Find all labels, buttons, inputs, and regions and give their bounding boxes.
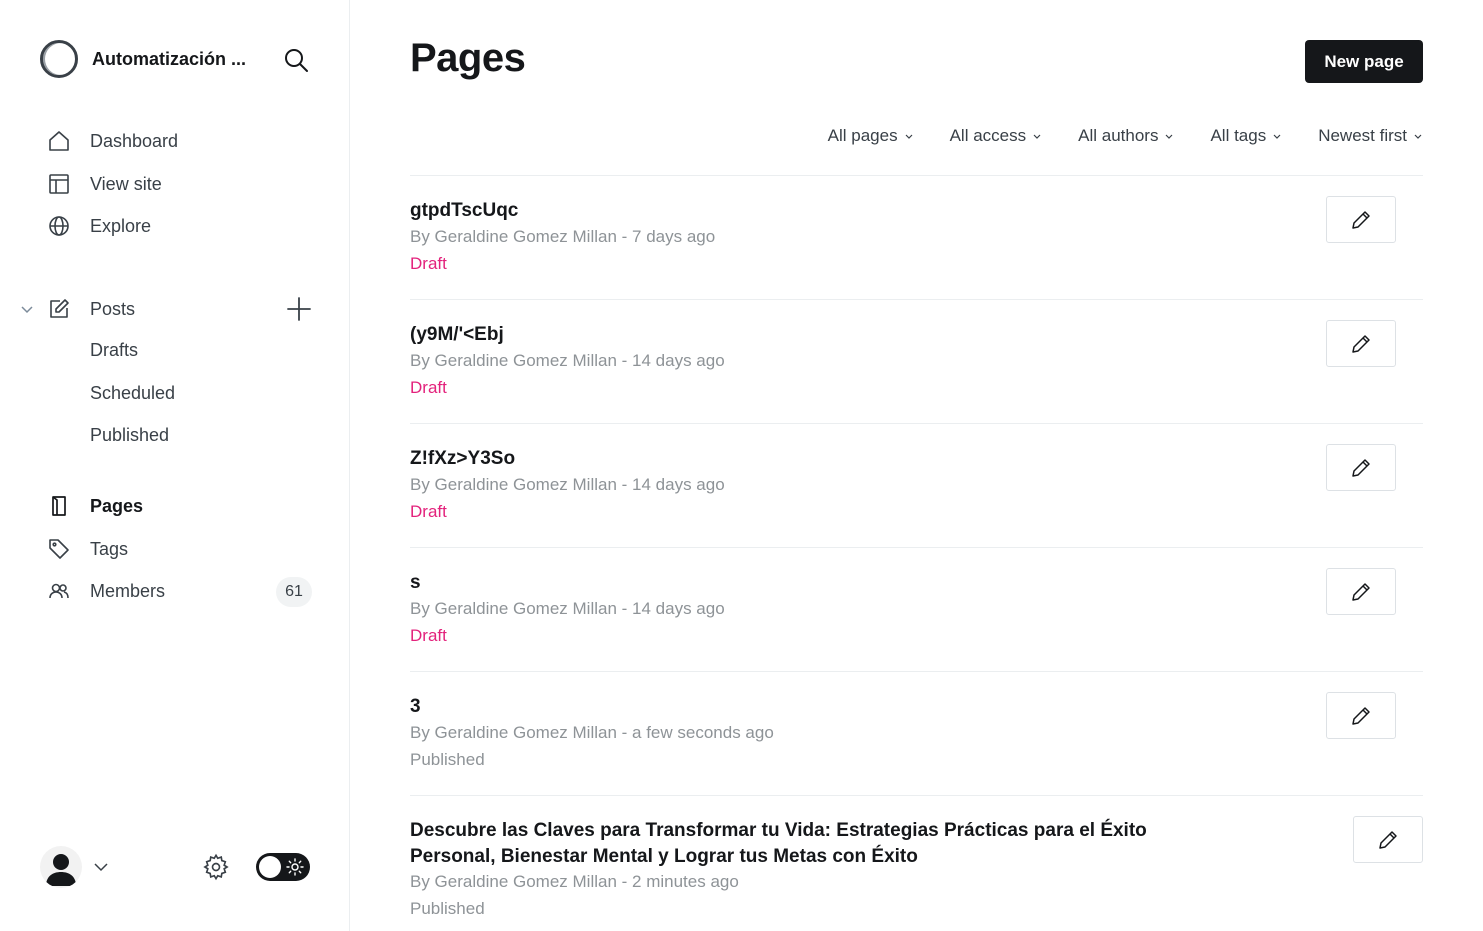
- gear-icon[interactable]: [202, 853, 230, 881]
- plus-icon[interactable]: [286, 296, 312, 322]
- home-icon: [46, 128, 72, 154]
- filter-bar: All pages All access All authors All tag…: [828, 126, 1423, 146]
- nav-view-site-label: View site: [90, 173, 162, 194]
- members-icon: [46, 578, 72, 604]
- nav-drafts[interactable]: Drafts: [90, 340, 138, 361]
- pencil-icon: [1352, 706, 1370, 725]
- nav-posts[interactable]: Posts: [46, 294, 135, 324]
- page-item-meta: By Geraldine Gomez Millan - 7 days ago: [410, 227, 716, 246]
- pencil-icon: [1352, 210, 1370, 229]
- status-label: Draft: [410, 626, 447, 645]
- page-item-title[interactable]: Z!fXz>Y3So: [410, 446, 515, 472]
- chevron-down-icon: [1273, 134, 1281, 139]
- page-icon: [46, 493, 72, 519]
- nav-pages-label: Pages: [90, 495, 144, 516]
- page-item-meta: By Geraldine Gomez Millan - 14 days ago: [410, 475, 725, 494]
- nav-pages[interactable]: Pages: [46, 491, 143, 521]
- nav-explore-label: Explore: [90, 215, 152, 236]
- chevron-down-icon[interactable]: [92, 858, 110, 876]
- nav-members[interactable]: Members: [46, 576, 165, 606]
- chevron-down-icon: [1033, 134, 1041, 139]
- status-label: Draft: [410, 502, 447, 521]
- filter-type-label: All pages: [827, 126, 898, 145]
- site-name: Automatización ...: [92, 48, 247, 69]
- list-item[interactable]: 3 By Geraldine Gomez Millan - a few seco…: [410, 671, 1423, 795]
- filter-type[interactable]: All pages: [828, 126, 914, 146]
- page-item-title[interactable]: gtpdTscUqc: [410, 198, 518, 224]
- edit-icon: [46, 296, 72, 322]
- page-item-meta: By Geraldine Gomez Millan - 2 minutes ag…: [410, 872, 739, 891]
- list-item[interactable]: Z!fXz>Y3So By Geraldine Gomez Millan - 1…: [410, 423, 1423, 547]
- edit-button[interactable]: [1326, 320, 1396, 367]
- pencil-icon: [1352, 582, 1370, 601]
- filter-access[interactable]: All access: [950, 126, 1043, 146]
- page-title: Pages: [410, 36, 526, 80]
- nav-members-label: Members: [90, 580, 166, 601]
- nav-tags-label: Tags: [90, 538, 129, 559]
- status-label: Draft: [410, 254, 447, 273]
- pages-list: gtpdTscUqc By Geraldine Gomez Millan - 7…: [410, 175, 1423, 931]
- list-item[interactable]: (y9M/'<Ebj By Geraldine Gomez Millan - 1…: [410, 299, 1423, 423]
- edit-button[interactable]: [1326, 444, 1396, 491]
- nav-tags[interactable]: Tags: [46, 534, 128, 564]
- site-logo: [40, 40, 78, 78]
- user-avatar[interactable]: [40, 846, 82, 888]
- edit-button[interactable]: [1353, 816, 1423, 863]
- pencil-icon: [1352, 334, 1370, 353]
- filter-sort[interactable]: Newest first: [1318, 126, 1423, 146]
- chevron-down-icon: [1414, 134, 1422, 139]
- page-item-meta: By Geraldine Gomez Millan - 14 days ago: [410, 351, 725, 370]
- search-icon[interactable]: [282, 46, 310, 74]
- edit-button[interactable]: [1326, 568, 1396, 615]
- globe-icon: [46, 213, 72, 239]
- list-item[interactable]: s By Geraldine Gomez Millan - 14 days ag…: [410, 547, 1423, 671]
- filter-sort-label: Newest first: [1318, 126, 1407, 145]
- pencil-icon: [1352, 458, 1370, 477]
- nav-explore[interactable]: Explore: [46, 211, 151, 241]
- list-item[interactable]: gtpdTscUqc By Geraldine Gomez Millan - 7…: [410, 175, 1423, 299]
- nav-scheduled[interactable]: Scheduled: [90, 383, 175, 404]
- page-item-meta: By Geraldine Gomez Millan - a few second…: [410, 723, 774, 742]
- page-item-meta: By Geraldine Gomez Millan - 14 days ago: [410, 599, 725, 618]
- filter-tags[interactable]: All tags: [1210, 126, 1282, 146]
- chevron-down-icon: [905, 134, 913, 139]
- status-label: Draft: [410, 378, 447, 397]
- site-brand[interactable]: Automatización ...: [40, 40, 246, 78]
- filter-access-label: All access: [949, 126, 1027, 145]
- nav-dashboard[interactable]: Dashboard: [46, 126, 178, 156]
- nav-posts-label: Posts: [90, 298, 136, 319]
- new-page-button[interactable]: New page: [1305, 40, 1423, 83]
- toggle-knob: [259, 856, 281, 878]
- nav-view-site[interactable]: View site: [46, 169, 162, 199]
- nav-published[interactable]: Published: [90, 425, 169, 446]
- chevron-down-icon: [1166, 134, 1173, 139]
- layout-icon: [46, 171, 72, 197]
- pencil-icon: [1379, 830, 1397, 849]
- sun-icon: [286, 858, 304, 876]
- edit-button[interactable]: [1326, 196, 1396, 243]
- page-item-title[interactable]: (y9M/'<Ebj: [410, 322, 504, 348]
- nav-dashboard-label: Dashboard: [90, 130, 179, 151]
- page-item-title[interactable]: 3: [410, 694, 421, 720]
- filter-authors-label: All authors: [1078, 126, 1159, 145]
- status-label: Published: [410, 899, 485, 918]
- chevron-down-icon[interactable]: [18, 300, 36, 318]
- filter-authors[interactable]: All authors: [1078, 126, 1174, 146]
- tag-icon: [46, 536, 72, 562]
- members-count-badge: 61: [276, 577, 312, 607]
- page-item-title[interactable]: s: [410, 570, 421, 596]
- sidebar: Automatización ... Dashboard View site E…: [0, 0, 350, 931]
- theme-toggle[interactable]: [256, 853, 310, 881]
- status-label: Published: [410, 750, 485, 769]
- filter-tags-label: All tags: [1210, 126, 1267, 145]
- edit-button[interactable]: [1326, 692, 1396, 739]
- list-item[interactable]: Descubre las Claves para Transformar tu …: [410, 795, 1423, 931]
- page-item-title[interactable]: Descubre las Claves para Transformar tu …: [410, 818, 1230, 870]
